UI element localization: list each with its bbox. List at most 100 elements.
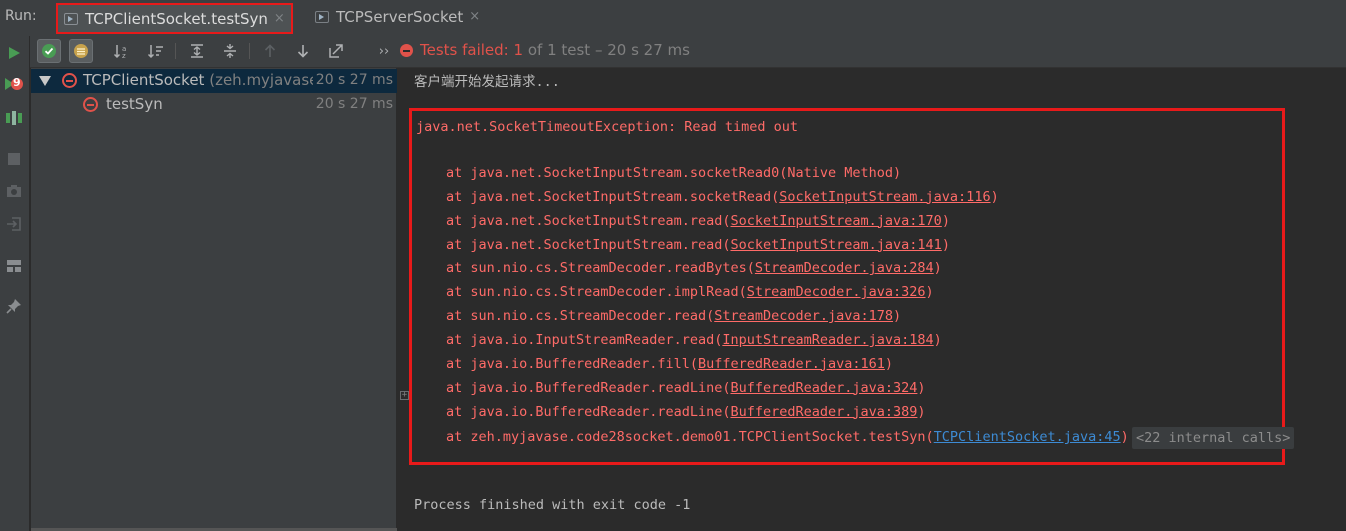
tree-node-label: TCPClientSocket (zeh.myjavase.c [83,71,331,89]
failed-status-icon [400,43,413,57]
source-link[interactable]: SocketInputStream.java:141 [730,237,941,253]
stack-text: at java.io.BufferedReader.readLine( [446,379,731,396]
stack-line: at java.net.SocketInputStream.read(Socke… [446,237,950,253]
stack-text: ) [917,379,926,396]
source-link[interactable]: BufferedReader.java:389 [730,404,917,420]
stack-text: ) [941,236,950,253]
stack-line: at java.io.InputStreamReader.read(InputS… [446,332,942,348]
expand-all-icon[interactable] [185,39,209,63]
stack-line: at sun.nio.cs.StreamDecoder.readBytes(St… [446,260,942,276]
stack-text: ) [917,403,926,420]
source-link[interactable]: SocketInputStream.java:116 [779,189,990,205]
stack-text: at java.net.SocketInputStream.read( [446,212,731,229]
node-duration: 20 s 27 ms [312,96,393,112]
stack-text: ) [925,284,934,301]
internal-calls-fold[interactable]: <22 internal calls> [1132,427,1295,449]
exception-highlight-box: java.net.SocketTimeoutException: Read ti… [409,108,1295,465]
status-failed-label: Tests failed: [420,41,509,59]
run-label: Run: [5,8,37,24]
import-icon[interactable] [3,213,25,235]
stack-line: at java.net.SocketInputStream.socketRead… [446,189,999,205]
test-run-icon [315,10,329,23]
stack-text: at sun.nio.cs.StreamDecoder.implRead( [446,284,747,301]
tree-node-tcpclientsocket[interactable]: TCPClientSocket (zeh.myjavase.c 20 s 27 … [31,69,397,93]
class-name: TCPClientSocket [83,71,205,89]
pin-icon[interactable] [3,295,25,317]
source-link[interactable]: StreamDecoder.java:178 [714,308,893,324]
exception-message: java.net.SocketTimeoutException: Read ti… [416,119,799,135]
tab-label: TCPServerSocket [336,7,464,26]
test-run-icon [64,12,78,25]
status-failed-count: 1 [513,41,524,59]
stack-text: at java.net.SocketInputStream.socketRead… [446,165,902,181]
collapse-all-icon[interactable] [218,39,242,63]
source-link[interactable]: StreamDecoder.java:284 [755,260,934,276]
stack-text: at sun.nio.cs.StreamDecoder.read( [446,308,715,325]
console-output[interactable]: 客户端开始发起请求... java.net.SocketTimeoutExcep… [397,68,1346,531]
stack-text: at java.io.BufferedReader.fill( [446,355,698,372]
stack-text: ) [990,188,999,205]
camera-icon[interactable] [3,180,25,202]
tree-node-label: testSyn [106,95,163,113]
source-link[interactable]: StreamDecoder.java:326 [747,284,926,300]
show-ignored-icon[interactable] [69,39,93,63]
rerun-failed-icon[interactable]: 9 [3,73,25,95]
stack-text: at java.net.SocketInputStream.read( [446,236,731,253]
source-link[interactable]: TCPClientSocket.java:45 [934,429,1121,445]
stack-line: at java.io.BufferedReader.readLine(Buffe… [446,380,926,396]
toolbar-separator [175,43,176,59]
toolbar-separator [249,43,250,59]
svg-text:z: z [122,52,126,59]
stack-line: at java.net.SocketInputStream.read(Socke… [446,213,950,229]
stack-text: at java.io.InputStreamReader.read( [446,331,723,348]
test-status: Tests failed: 1 of 1 test – 20 s 27 ms [400,41,690,59]
stack-text: at java.io.BufferedReader.readLine( [446,403,731,420]
stack-text: ) [933,260,942,277]
stack-line: at java.net.SocketInputStream.socketRead… [446,165,901,181]
show-passed-icon[interactable] [37,39,61,63]
prev-failure-icon[interactable] [258,39,282,63]
more-actions-icon[interactable]: ›› [372,39,396,63]
run-tab-bar: Run: TCPClientSocket.testSyn × TCPServer… [0,0,1346,36]
stack-text: ) [1120,429,1129,445]
source-link[interactable]: BufferedReader.java:324 [730,380,917,396]
stack-text: ) [884,355,894,372]
stack-text: at zeh.myjavase.code28socket.demo01.TCPC… [446,429,934,445]
source-link[interactable]: InputStreamReader.java:184 [722,332,933,348]
source-link[interactable]: BufferedReader.java:161 [698,356,885,372]
tab-tcpclientsocket-testsyn[interactable]: TCPClientSocket.testSyn × [56,3,293,34]
export-icon[interactable] [324,39,348,63]
rerun-failed-count: 9 [13,76,21,89]
failed-test-icon [83,97,98,112]
stack-text: at sun.nio.cs.StreamDecoder.readBytes( [446,260,755,277]
next-failure-icon[interactable] [291,39,315,63]
rerun-icon[interactable] [3,42,25,64]
stack-line: at sun.nio.cs.StreamDecoder.read(StreamD… [446,308,901,324]
stack-text: ) [941,212,950,229]
source-link[interactable]: SocketInputStream.java:170 [730,213,941,229]
close-tab-icon[interactable]: × [469,9,480,24]
close-tab-icon[interactable]: × [274,11,285,26]
failed-test-icon [62,73,77,88]
stack-line: at java.io.BufferedReader.fill(BufferedR… [446,356,893,372]
status-summary: of 1 test – 20 s 27 ms [527,41,690,59]
sort-alpha-icon[interactable]: az [110,39,134,63]
stack-text: ) [893,308,902,325]
sort-duration-icon[interactable] [144,39,168,63]
run-sidebar: 9 [0,36,30,531]
stop-icon[interactable] [3,148,25,170]
stack-text: at java.net.SocketInputStream.socketRead… [446,188,780,205]
console-line: Process finished with exit code -1 [414,497,691,513]
tab-tcpserversocket[interactable]: TCPServerSocket × [310,3,485,30]
fold-marker-icon[interactable]: + [400,391,409,400]
console-line: 客户端开始发起请求... [414,74,560,90]
toggle-autotest-icon[interactable] [3,107,25,129]
stack-text: ) [933,331,942,348]
layout-icon[interactable] [3,255,25,277]
node-duration: 20 s 27 ms [312,72,393,88]
tree-node-testsyn[interactable]: testSyn 20 s 27 ms [31,93,397,117]
stack-line: at java.io.BufferedReader.readLine(Buffe… [446,404,926,420]
stack-line: at sun.nio.cs.StreamDecoder.implRead(Str… [446,284,934,300]
expand-arrow-icon[interactable] [39,76,51,86]
stack-line: at zeh.myjavase.code28socket.demo01.TCPC… [446,429,1129,445]
